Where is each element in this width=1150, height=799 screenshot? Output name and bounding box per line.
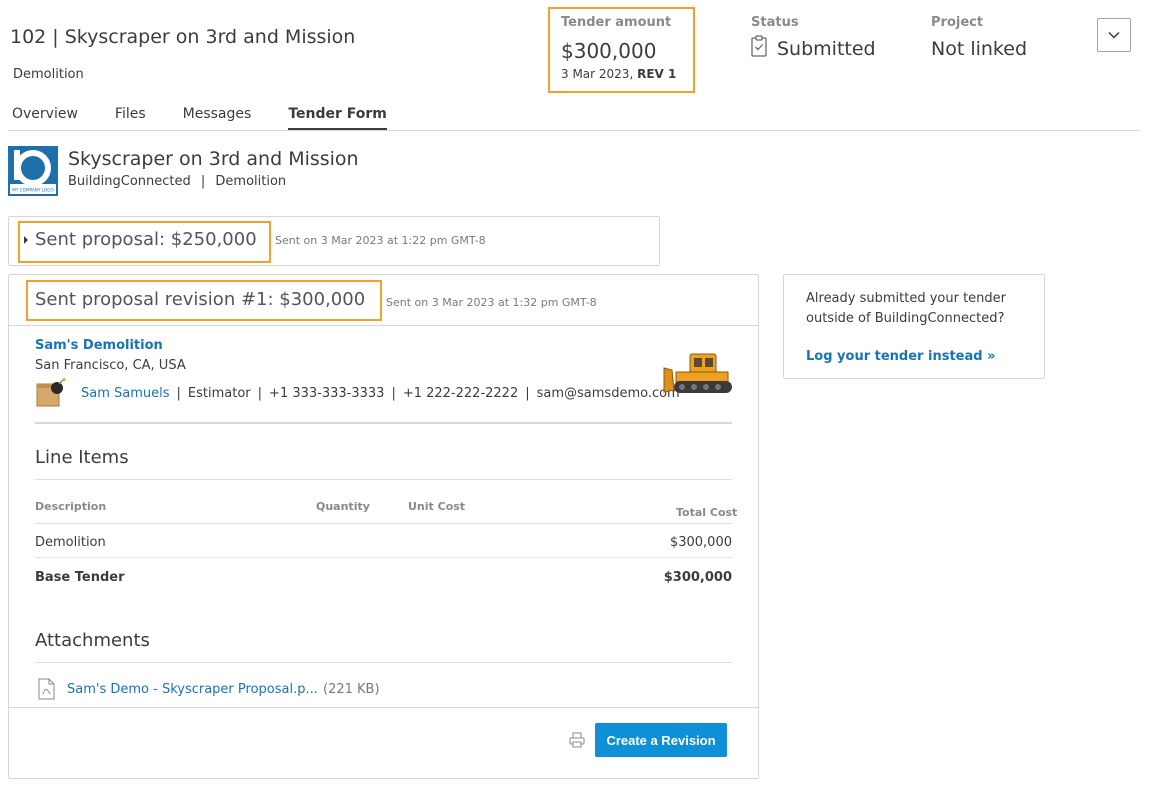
project-client: BuildingConnected (68, 174, 191, 189)
attachments-divider (35, 662, 732, 663)
base-tender-label: Base Tender (35, 570, 125, 585)
column-header-quantity: Quantity (316, 500, 370, 513)
status-label: Status (751, 15, 799, 30)
contact-email: sam@samsdemo.com (536, 386, 680, 401)
attachments-title: Attachments (35, 630, 150, 651)
attachment-file-link[interactable]: Sam's Demo - Skyscraper Proposal.p... (67, 682, 318, 697)
create-revision-button[interactable]: Create a Revision (595, 723, 727, 757)
tabs-divider (8, 130, 1140, 131)
tab-files[interactable]: Files (115, 106, 146, 130)
contact-separator: | (176, 386, 181, 401)
proposal-2-date: Sent on 3 Mar 2023 at 1:32 pm GMT-8 (386, 296, 597, 309)
column-header-total-cost: Total Cost (676, 506, 738, 519)
tender-date: 3 Mar 2023, REV 1 (561, 67, 676, 81)
contact-phone-1: +1 333-333-3333 (269, 386, 385, 401)
table-row-description: Demolition (35, 535, 106, 550)
attachment-file-size: (221 KB) (323, 682, 380, 697)
page-title: 102 | Skyscraper on 3rd and Mission (10, 26, 356, 48)
tender-amount-label: Tender amount (561, 15, 672, 30)
caret-right-icon[interactable] (24, 236, 28, 244)
chevron-down-icon (1108, 31, 1120, 39)
proposal-1-date: Sent on 3 Mar 2023 at 1:22 pm GMT-8 (275, 234, 486, 247)
contact-info: Sam Samuels | Estimator | +1 333-333-3333 | +1… (81, 386, 680, 401)
line-items-title: Line Items (35, 447, 129, 468)
tender-revision: REV 1 (637, 67, 677, 81)
avatar (36, 378, 66, 407)
bidder-location: San Francisco, CA, USA (35, 358, 186, 373)
status-value: Submitted (777, 38, 876, 60)
bidder-company-link[interactable]: Sam's Demolition (35, 338, 163, 353)
clipboard-check-icon (751, 35, 767, 57)
project-value: Not linked (931, 38, 1028, 60)
table-header-divider (35, 523, 732, 524)
contact-phone-2: +1 222-222-2222 (402, 386, 519, 401)
print-icon[interactable] (569, 732, 585, 748)
column-header-description: Description (35, 500, 107, 513)
log-tender-text: Already submitted your tender outside of… (806, 291, 1007, 326)
project-meta: BuildingConnected | Demolition (68, 174, 286, 189)
project-name: Skyscraper on 3rd and Mission (68, 148, 359, 170)
company-logo-text: MY COMPANY LOGO (12, 188, 54, 193)
contact-separator: | (391, 386, 396, 401)
proposal-1-title[interactable]: Sent proposal: $250,000 (35, 229, 257, 250)
tab-messages[interactable]: Messages (183, 106, 252, 130)
column-header-unit-cost: Unit Cost (408, 500, 466, 513)
tender-amount-value: $300,000 (561, 39, 657, 63)
card-footer-divider (9, 707, 758, 708)
page-subtitle: Demolition (13, 67, 84, 82)
project-trade: Demolition (215, 174, 287, 189)
contact-separator: | (257, 386, 263, 401)
log-tender-link[interactable]: Log your tender instead » (806, 349, 995, 364)
proposal-2-header-divider (9, 325, 758, 326)
tab-overview[interactable]: Overview (12, 106, 78, 130)
tender-date-text: 3 Mar 2023, (561, 67, 634, 81)
header-dropdown-button[interactable] (1097, 18, 1131, 52)
proposal-2-title: Sent proposal revision #1: $300,000 (35, 289, 366, 310)
company-logo: MY COMPANY LOGO (8, 146, 58, 196)
project-meta-separator: | (200, 174, 206, 189)
project-label: Project (931, 15, 984, 30)
table-row-total: $300,000 (669, 535, 732, 550)
tab-tender-form[interactable]: Tender Form (288, 106, 387, 130)
bulldozer-icon (663, 353, 732, 393)
contact-role: Estimator (187, 386, 251, 401)
contact-separator: | (525, 386, 530, 401)
contact-divider (35, 422, 732, 424)
table-row-divider (35, 557, 732, 559)
base-tender-total: $300,000 (663, 570, 732, 585)
contact-name-link[interactable]: Sam Samuels (81, 386, 170, 401)
tab-bar: Overview Files Messages Tender Form (12, 106, 424, 130)
line-items-divider (35, 479, 732, 480)
pdf-file-icon (38, 678, 55, 700)
